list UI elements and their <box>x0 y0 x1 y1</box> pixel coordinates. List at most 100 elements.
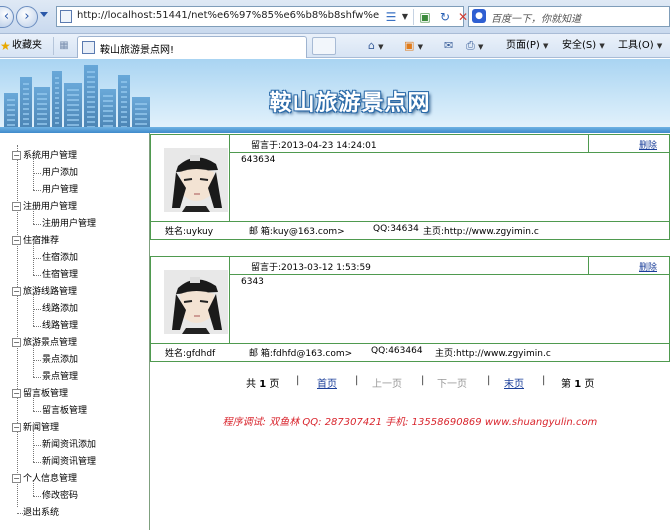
url-text[interactable]: http://localhost:51441/net%e6%97%85%e6%b… <box>77 10 382 21</box>
tools-menu[interactable]: 工具(O) ▼ <box>618 39 662 53</box>
rss-icon[interactable]: ▣ <box>417 9 433 25</box>
feeds-icon: ▣ <box>404 39 415 52</box>
chevron-down-icon: ▼ <box>478 43 484 51</box>
pager-current-prefix: 第 <box>561 379 571 390</box>
sidebar-group[interactable]: − 注册用户管理 <box>0 200 148 214</box>
avatar <box>161 270 231 340</box>
print-button[interactable]: ⎙ ▼ <box>466 39 483 53</box>
tab-divider <box>53 37 54 55</box>
home-button[interactable]: ⌂ ▼ <box>368 39 384 53</box>
mail-button[interactable]: ✉ <box>444 39 453 53</box>
sidebar-group[interactable]: − 系统用户管理 <box>0 149 148 163</box>
refresh-icon[interactable]: ↻ <box>437 9 453 25</box>
sidebar-item-label: 留言板管理 <box>42 406 88 416</box>
address-dropdown-icon[interactable]: ▼ <box>397 9 413 25</box>
message-email: 邮 箱:fdhfd@163.com> <box>249 349 353 359</box>
message-qq: QQ:34634 <box>373 224 419 234</box>
search-input[interactable]: ● 百度一下，你就知道 <box>468 6 670 27</box>
sidebar-item[interactable]: 住宿添加 <box>0 251 148 265</box>
pager-current-suffix: 页 <box>584 379 595 390</box>
sidebar-group[interactable]: − 旅游景点管理 <box>0 336 148 350</box>
sidebar-item[interactable]: 用户管理 <box>0 183 148 197</box>
collapse-toggle-icon[interactable]: − <box>12 151 21 160</box>
building-graphic <box>20 77 32 133</box>
sidebar-group[interactable]: − 新闻管理 <box>0 421 148 435</box>
collapse-toggle-icon[interactable]: − <box>12 474 21 483</box>
message-timestamp: 留言于:2013-04-23 14:24:01 <box>251 141 377 151</box>
message-homepage: 主页:http://www.zgyimin.c <box>435 349 551 359</box>
collapse-toggle-icon[interactable]: − <box>12 202 21 211</box>
logout-link[interactable]: 退出系统 <box>0 506 148 520</box>
sidebar-item[interactable]: 用户添加 <box>0 166 148 180</box>
tree-connector <box>33 224 41 225</box>
sidebar-item[interactable]: 新闻资讯添加 <box>0 438 148 452</box>
address-input[interactable]: http://localhost:51441/net%e6%97%85%e6%b… <box>56 6 468 27</box>
forward-button[interactable]: › <box>16 6 38 28</box>
pager-last-link[interactable]: 末页 <box>504 379 524 390</box>
sidebar-item[interactable]: 线路管理 <box>0 319 148 333</box>
page-icon <box>60 10 72 23</box>
new-tab-button[interactable] <box>312 37 336 55</box>
sidebar-item-label: 景点添加 <box>42 355 79 365</box>
chevron-down-icon: ▼ <box>378 43 384 51</box>
collapse-toggle-icon[interactable]: − <box>12 338 21 347</box>
sidebar-item-label: 景点管理 <box>42 372 79 382</box>
collapse-toggle-icon[interactable]: − <box>12 389 21 398</box>
cell-divider <box>151 221 669 222</box>
pager-first-link[interactable]: 首页 <box>317 379 337 390</box>
sidebar-item[interactable]: 景点管理 <box>0 370 148 384</box>
tree-connector <box>33 309 41 310</box>
chevron-down-icon: ▼ <box>417 43 423 51</box>
avatar <box>161 148 231 218</box>
site-banner: 鞍山旅游景点网 <box>0 59 670 133</box>
sidebar-group[interactable]: − 住宿推荐 <box>0 234 148 248</box>
message-homepage: 主页:http://www.zgyimin.c <box>423 227 539 237</box>
delete-link[interactable]: 删除 <box>639 260 657 273</box>
sidebar-item[interactable]: 景点添加 <box>0 353 148 367</box>
tree-connector <box>33 445 41 446</box>
pager-current: 第 1 页 <box>561 375 595 390</box>
sidebar-group-label: 旅游景点管理 <box>23 338 78 348</box>
feeds-button[interactable]: ▣ ▼ <box>404 39 423 53</box>
tree-connector <box>33 190 41 191</box>
pager-total-prefix: 共 <box>246 379 256 390</box>
cell-divider <box>229 257 230 343</box>
collapse-toggle-icon[interactable]: − <box>12 423 21 432</box>
message-card: 留言于:2013-03-12 1:53:59 删除 6343 姓名:gfdhdf 邮 箱… <box>150 256 670 362</box>
tree-connector <box>33 411 41 412</box>
sidebar-item[interactable]: 修改密码 <box>0 489 148 503</box>
sidebar-tree: − 系统用户管理 用户添加 用户管理 − 注册用户管理 注册用户管理 − 住宿推荐 住宿添加 住宿管… <box>0 133 150 530</box>
tree-connector <box>33 243 34 275</box>
sidebar-item[interactable]: 留言板管理 <box>0 404 148 418</box>
sidebar-item[interactable]: 住宿管理 <box>0 268 148 282</box>
collapse-toggle-icon[interactable]: − <box>12 236 21 245</box>
tree-connector <box>33 496 41 497</box>
sidebar-item[interactable]: 注册用户管理 <box>0 217 148 231</box>
pager-next-link: 下一页 <box>437 379 467 390</box>
pager-separator: | <box>296 375 300 386</box>
sidebar-item-label: 新闻资讯管理 <box>42 457 97 467</box>
tree-connector <box>33 377 41 378</box>
tab-active[interactable]: 鞍山旅游景点网! <box>77 36 307 58</box>
pager-separator: | <box>421 375 425 386</box>
sidebar-item-label: 修改密码 <box>42 491 79 501</box>
sidebar-item[interactable]: 线路添加 <box>0 302 148 316</box>
tree-connector <box>33 462 41 463</box>
sidebar-group[interactable]: − 个人信息管理 <box>0 472 148 486</box>
sidebar-group[interactable]: − 旅游线路管理 <box>0 285 148 299</box>
search-placeholder: 百度一下，你就知道 <box>491 14 581 25</box>
collapse-toggle-icon[interactable]: − <box>12 287 21 296</box>
arrow-right-icon: › <box>24 9 30 24</box>
quick-tabs-icon[interactable]: ▦ <box>58 39 70 53</box>
safety-menu[interactable]: 安全(S) ▼ <box>562 39 605 53</box>
back-button[interactable]: ‹ <box>0 6 14 28</box>
chevron-down-icon: ▼ <box>656 42 663 50</box>
sidebar-item[interactable]: 新闻资讯管理 <box>0 455 148 469</box>
page-menu[interactable]: 页面(P) ▼ <box>506 39 548 53</box>
sidebar-group-label: 住宿推荐 <box>23 236 60 246</box>
sidebar-group-label: 个人信息管理 <box>23 474 78 484</box>
history-dropdown-icon[interactable] <box>40 12 48 17</box>
sidebar-group[interactable]: − 留言板管理 <box>0 387 148 401</box>
delete-link[interactable]: 删除 <box>639 138 657 151</box>
sidebar-item-label: 新闻资讯添加 <box>42 440 97 450</box>
